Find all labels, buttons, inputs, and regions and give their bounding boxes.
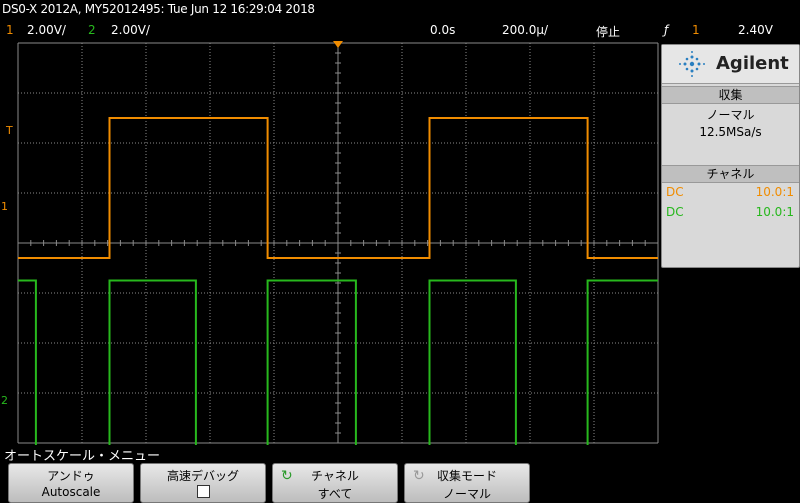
ch2-coupling: DC	[666, 205, 684, 219]
window-title: DS0-X 2012A, MY52012495: Tue Jun 12 16:2…	[2, 2, 315, 16]
checkbox-icon[interactable]	[196, 485, 210, 498]
ch2-info-row: DC 10.0:1	[666, 205, 794, 219]
agilent-spark-icon	[679, 51, 705, 77]
brand-logo: Agilent	[662, 45, 799, 84]
acquisition-mode-button[interactable]: ↻ 収集モード ノーマル	[404, 463, 530, 503]
time-scale: 200.0µ/	[502, 23, 549, 37]
sample-rate: 12.5MSa/s	[699, 125, 762, 139]
softkey-label: 収集モード	[436, 469, 497, 483]
trigger-level: 2.40V	[738, 23, 773, 37]
ch1-probe: 10.0:1	[755, 185, 794, 199]
acquisition-header: 収集	[662, 86, 799, 104]
softkey-label: 高速デバッグ	[166, 469, 239, 483]
softkey-value: すべて	[317, 487, 353, 501]
channel-header: チャネル	[662, 165, 799, 183]
acquisition-mode: ノーマル	[706, 108, 755, 122]
autoscale-undo-button[interactable]: アンドゥ Autoscale	[8, 463, 134, 503]
ch1-ground-marker[interactable]: 1	[1, 200, 8, 213]
ch2-probe: 10.0:1	[755, 205, 794, 219]
softkey-label: チャネル	[311, 469, 359, 483]
trigger-edge-icon: ƒ	[664, 23, 669, 37]
brand-name: Agilent	[716, 53, 789, 74]
trigger-position-marker[interactable]	[333, 41, 343, 48]
info-panel: Agilent 収集 ノーマル 12.5MSa/s チャネル DC 10.0:1…	[661, 44, 800, 268]
time-offset: 0.0s	[430, 23, 456, 37]
ch1-scale: 2.00V/	[27, 23, 66, 37]
fast-debug-button[interactable]: 高速デバッグ	[140, 463, 266, 503]
softkey-value: Autoscale	[41, 485, 101, 499]
softkey-label: アンドゥ	[47, 469, 95, 483]
ch1-coupling: DC	[666, 185, 684, 199]
ch2-scale: 2.00V/	[111, 23, 150, 37]
channels-button[interactable]: ↻ チャネル すべて	[272, 463, 398, 503]
softkey-value: ノーマル	[442, 487, 491, 501]
ch2-number: 2	[88, 23, 96, 37]
graticule	[17, 42, 659, 444]
waveform-display[interactable]: T 1 2	[0, 40, 660, 445]
trigger-level-marker[interactable]: T	[5, 124, 13, 137]
run-state: 停止	[596, 25, 621, 39]
ch1-info-row: DC 10.0:1	[666, 185, 794, 199]
trigger-source: 1	[692, 23, 700, 37]
ch2-ground-marker[interactable]: 2	[1, 394, 8, 407]
ch1-number: 1	[6, 23, 14, 37]
menu-title: オートスケール・メニュー	[4, 449, 161, 464]
